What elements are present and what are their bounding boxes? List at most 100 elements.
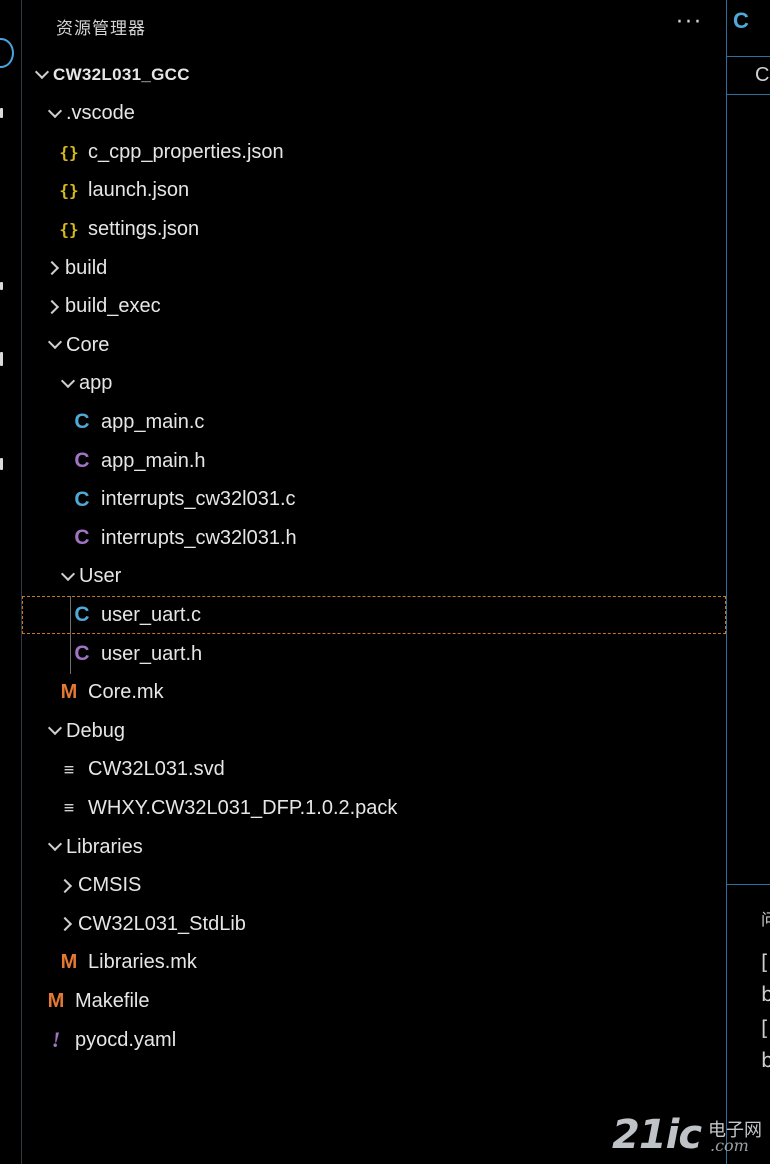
tree-item-label: user_uart.c bbox=[101, 603, 202, 626]
tree-item-settings-json[interactable]: {} settings.json bbox=[22, 210, 726, 248]
tree-item-vscode[interactable]: .vscode bbox=[22, 95, 726, 133]
tree-item-whxy-cw32l031-dfp-1-0-2-pack[interactable]: ≡ WHXY.CW32L031_DFP.1.0.2.pack bbox=[22, 789, 726, 827]
tree-item-core[interactable]: Core bbox=[22, 326, 726, 364]
tree-item-label: c_cpp_properties.json bbox=[88, 140, 284, 163]
panel-text-fragment: b bbox=[761, 982, 770, 1006]
tree-item-label: CW32L031_StdLib bbox=[78, 912, 246, 935]
chevron-right-icon bbox=[44, 299, 60, 314]
chevron-down-icon bbox=[47, 721, 63, 736]
tree-item-build[interactable]: build bbox=[22, 249, 726, 287]
panel-text-fragment: [ bbox=[761, 1016, 769, 1040]
tree-item-build-exec[interactable]: build_exec bbox=[22, 288, 726, 326]
header-file-icon: C bbox=[74, 449, 90, 472]
chevron-down-icon bbox=[60, 373, 76, 388]
tree-item-libraries-mk[interactable]: M Libraries.mk bbox=[22, 944, 726, 982]
tree-item-c-cpp-properties-json[interactable]: {} c_cpp_properties.json bbox=[22, 133, 726, 171]
tree-item-label: settings.json bbox=[88, 217, 200, 240]
chevron-down-icon bbox=[34, 64, 50, 80]
tree-item-app[interactable]: app bbox=[22, 365, 726, 403]
c-file-icon: C bbox=[74, 487, 90, 511]
tree-item-label: launch.json bbox=[88, 179, 190, 202]
panel-divider bbox=[727, 884, 770, 885]
tab-divider bbox=[727, 56, 770, 57]
tree-item-label: pyocd.yaml bbox=[75, 1028, 177, 1051]
tree-item-cw32l031-stdlib[interactable]: CW32L031_StdLib bbox=[22, 905, 726, 943]
chevron-right-icon bbox=[57, 917, 73, 932]
tree-item-core-mk[interactable]: M Core.mk bbox=[22, 674, 726, 712]
panel-text-fragment: b bbox=[761, 1048, 770, 1072]
tree-item-label: user_uart.h bbox=[101, 642, 203, 665]
panel-text-fragment: [ bbox=[761, 950, 769, 974]
tree-item-label: .vscode bbox=[66, 102, 135, 125]
tree-item-label: Core.mk bbox=[88, 681, 164, 704]
indent-guide bbox=[70, 596, 71, 674]
tree-item-label: Libraries.mk bbox=[88, 951, 197, 974]
tree-item-label: build_exec bbox=[65, 295, 161, 318]
chevron-down-icon bbox=[47, 836, 63, 852]
tree-item-label: interrupts_cw32l031.h bbox=[101, 526, 297, 549]
tree-item-label: app_main.c bbox=[101, 410, 205, 433]
text-file-icon: ≡ bbox=[63, 759, 75, 780]
editor-pane-edge: C C 问 [ b [ b bbox=[726, 0, 770, 1164]
header-file-icon: C bbox=[74, 642, 90, 665]
tree-item-libraries[interactable]: Libraries bbox=[22, 828, 726, 866]
more-actions-icon[interactable]: ··· bbox=[676, 10, 703, 35]
tree-item-user[interactable]: User bbox=[22, 558, 726, 596]
tree-item-label: Libraries bbox=[66, 835, 143, 858]
json-file-icon: {} bbox=[59, 219, 79, 239]
makefile-icon: M bbox=[47, 989, 65, 1012]
tree-item-pyocd-yaml[interactable]: ! pyocd.yaml bbox=[22, 1021, 726, 1059]
panel-text-fragment: 问 bbox=[761, 906, 770, 930]
tree-item-debug[interactable]: Debug bbox=[22, 712, 726, 750]
makefile-icon: M bbox=[60, 681, 78, 704]
tree-item-cmsis[interactable]: CMSIS bbox=[22, 867, 726, 905]
tree-item-cw32l031-svd[interactable]: ≡ CW32L031.svd bbox=[22, 751, 726, 789]
json-file-icon: {} bbox=[59, 181, 79, 201]
tree-item-app-main-h[interactable]: Capp_main.h bbox=[22, 442, 726, 480]
activity-bar bbox=[0, 0, 22, 1164]
tree-item-label: Makefile bbox=[75, 989, 150, 1012]
breadcrumb-c-icon[interactable]: C bbox=[755, 64, 769, 87]
makefile-icon: M bbox=[60, 951, 78, 974]
tree-item-interrupts-cw32l031-h[interactable]: Cinterrupts_cw32l031.h bbox=[22, 519, 726, 557]
tree-item-label: User bbox=[79, 565, 122, 588]
tree-item-cw32l031-gcc[interactable]: CW32L031_GCC bbox=[22, 56, 726, 94]
explorer-panel: 资源管理器 ··· CW32L031_GCC .vscode {} c_cpp_pro… bbox=[22, 0, 726, 1164]
activity-icon-fragment[interactable] bbox=[0, 282, 3, 290]
chevron-right-icon bbox=[44, 260, 60, 276]
tree-item-launch-json[interactable]: {} launch.json bbox=[22, 172, 726, 210]
tree-item-label: app bbox=[79, 372, 113, 395]
tree-item-makefile[interactable]: M Makefile bbox=[22, 982, 726, 1020]
tree-item-user-uart-c[interactable]: Cuser_uart.c bbox=[22, 596, 726, 635]
breadcrumb-divider bbox=[727, 94, 770, 95]
activity-icon-fragment[interactable] bbox=[0, 458, 3, 470]
yaml-file-icon: ! bbox=[51, 1027, 61, 1052]
tree-item-app-main-c[interactable]: Capp_main.c bbox=[22, 403, 726, 441]
explorer-activity-icon[interactable] bbox=[0, 38, 14, 68]
tree-item-label: interrupts_cw32l031.c bbox=[101, 488, 296, 511]
chevron-down-icon bbox=[47, 335, 63, 350]
tree-item-label: Debug bbox=[66, 719, 125, 742]
explorer-header: 资源管理器 ··· bbox=[22, 0, 726, 50]
c-file-icon: C bbox=[74, 410, 90, 434]
tree-item-user-uart-h[interactable]: Cuser_uart.h bbox=[22, 635, 726, 673]
chevron-down-icon bbox=[47, 103, 63, 118]
tree-item-label: CW32L031.svd bbox=[88, 758, 225, 781]
activity-icon-fragment[interactable] bbox=[0, 352, 3, 366]
header-file-icon: C bbox=[74, 526, 90, 550]
tree-item-label: app_main.h bbox=[101, 449, 206, 472]
editor-tab-c-icon[interactable]: C bbox=[733, 8, 749, 34]
c-file-icon: C bbox=[74, 603, 90, 627]
tree-item-label: CMSIS bbox=[78, 874, 142, 897]
activity-icon-fragment[interactable] bbox=[0, 108, 3, 118]
tree-item-label: WHXY.CW32L031_DFP.1.0.2.pack bbox=[88, 796, 398, 819]
tree-item-label: CW32L031_GCC bbox=[53, 65, 190, 84]
tree-item-label: build bbox=[65, 256, 108, 279]
text-file-icon: ≡ bbox=[63, 798, 75, 819]
explorer-title: 资源管理器 bbox=[56, 19, 146, 39]
json-file-icon: {} bbox=[59, 142, 79, 162]
tree-item-label: Core bbox=[66, 333, 110, 356]
tree-item-interrupts-cw32l031-c[interactable]: Cinterrupts_cw32l031.c bbox=[22, 481, 726, 519]
chevron-down-icon bbox=[60, 566, 76, 581]
chevron-right-icon bbox=[57, 878, 73, 893]
